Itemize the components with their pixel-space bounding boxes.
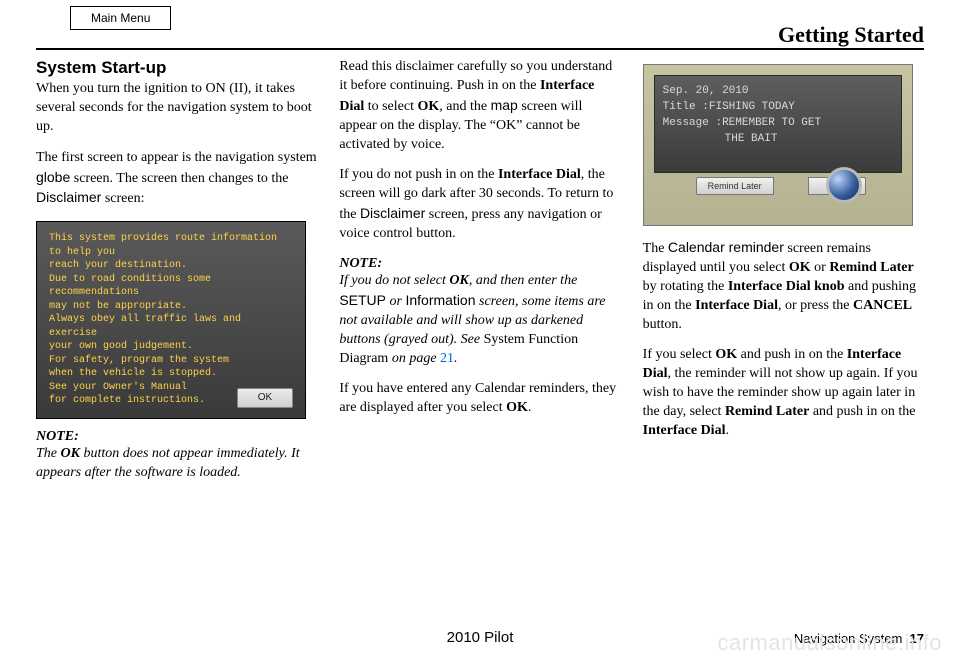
text: Interface Dial — [643, 423, 726, 438]
section-heading: System Start-up — [36, 58, 317, 78]
footer-right: Navigation System 17 — [794, 631, 924, 646]
header-divider — [36, 48, 924, 50]
text: OK — [715, 347, 737, 362]
text: OK — [789, 260, 811, 275]
note-label: NOTE: — [36, 429, 317, 445]
text: Information — [405, 292, 475, 308]
text: If you select — [643, 347, 716, 362]
main-menu-button-wrap: Main Menu — [70, 6, 171, 30]
text: The first screen to appear is the naviga… — [36, 150, 317, 165]
paragraph: If you do not push in on the Interface D… — [339, 166, 620, 244]
interface-dial-icon — [826, 167, 862, 203]
column-3: Sep. 20, 2010 Title :FISHING TODAY Messa… — [643, 58, 924, 616]
text: OK — [449, 273, 468, 288]
text: to select — [364, 99, 417, 114]
cal-msg-row-2: THE BAIT — [663, 132, 893, 148]
text: on page — [388, 351, 440, 366]
text: Title : — [663, 101, 709, 113]
text: The — [36, 446, 61, 461]
text: or — [386, 294, 405, 309]
text: Remind Later — [829, 260, 913, 275]
column-2: Read this disclaimer carefully so you un… — [339, 58, 620, 616]
text: CANCEL — [853, 298, 912, 313]
text: . — [725, 423, 729, 438]
remind-later-button: Remind Later — [696, 177, 774, 195]
cal-date: Sep. 20, 2010 — [663, 84, 893, 100]
screen-line: This system provides route information t… — [49, 232, 295, 259]
cal-title-row: Title :FISHING TODAY — [663, 100, 893, 116]
text: . — [454, 351, 458, 366]
text: screen. The screen then changes to the — [70, 171, 288, 186]
calendar-panel: Sep. 20, 2010 Title :FISHING TODAY Messa… — [654, 75, 902, 173]
calendar-buttons: Remind Later OK — [696, 177, 866, 195]
calendar-screen: Sep. 20, 2010 Title :FISHING TODAY Messa… — [643, 64, 913, 226]
text: Disclaimer — [360, 205, 425, 221]
text: Interface Dial — [498, 167, 581, 182]
disclaimer-screen: This system provides route information t… — [36, 221, 306, 419]
cal-msg-row: Message :REMEMBER TO GET — [663, 116, 893, 132]
text: FISHING TODAY — [709, 101, 795, 113]
text: The — [643, 241, 668, 256]
text: or — [811, 260, 830, 275]
screen-line: Always obey all traffic laws and exercis… — [49, 313, 295, 340]
text: Interface Dial knob — [728, 279, 845, 294]
text: SETUP — [339, 292, 386, 308]
paragraph: If you have entered any Calendar reminde… — [339, 380, 620, 418]
text: OK — [506, 400, 528, 415]
column-1: System Start-up When you turn the igniti… — [36, 58, 317, 616]
text: and push in on the — [809, 404, 915, 419]
text: If you do not select — [339, 273, 449, 288]
page-number: 17 — [910, 631, 924, 646]
text: If you have entered any Calendar reminde… — [339, 381, 616, 415]
paragraph: The Calendar reminder screen remains dis… — [643, 238, 924, 334]
screen-line: your own good judgement. — [49, 340, 295, 354]
text: Disclaimer — [36, 189, 101, 205]
text: , and then enter the — [469, 273, 577, 288]
text: OK — [61, 446, 80, 461]
text: . — [528, 400, 532, 415]
text: button. — [643, 317, 682, 332]
note-label: NOTE: — [339, 256, 620, 272]
page-title: Getting Started — [778, 22, 924, 48]
text: Message : — [663, 117, 722, 129]
screen-line: may not be appropriate. — [49, 300, 295, 314]
text: , or press the — [778, 298, 853, 313]
screen-line: when the vehicle is stopped. — [49, 367, 295, 381]
text: , and the — [439, 99, 490, 114]
text: OK — [417, 99, 439, 114]
paragraph: When you turn the ignition to ON (II), i… — [36, 80, 317, 137]
paragraph: Read this disclaimer carefully so you un… — [339, 58, 620, 154]
paragraph: The first screen to appear is the naviga… — [36, 149, 317, 210]
text: REMEMBER TO GET — [722, 117, 821, 129]
ok-screen-button: OK — [237, 388, 293, 408]
screen-line: Due to road conditions some recommendati… — [49, 273, 295, 300]
text: If you do not push in on the — [339, 167, 498, 182]
text: Interface Dial — [695, 298, 778, 313]
text: by rotating the — [643, 279, 728, 294]
page-link[interactable]: 21 — [440, 351, 454, 366]
main-menu-button[interactable]: Main Menu — [70, 6, 171, 30]
note-text: If you do not select OK, and then enter … — [339, 272, 620, 368]
text: Remind Later — [725, 404, 809, 419]
screen-line: reach your destination. — [49, 259, 295, 273]
text: globe — [36, 169, 70, 185]
screen-line: For safety, program the system — [49, 354, 295, 368]
footer-label: Navigation System — [794, 631, 902, 646]
text: and push in on the — [737, 347, 847, 362]
page-body: System Start-up When you turn the igniti… — [36, 58, 924, 616]
text: screen: — [101, 191, 144, 206]
text: map — [491, 97, 518, 113]
text: Calendar reminder — [668, 239, 784, 255]
note-text: The OK button does not appear immediatel… — [36, 445, 317, 483]
paragraph: If you select OK and push in on the Inte… — [643, 346, 924, 440]
